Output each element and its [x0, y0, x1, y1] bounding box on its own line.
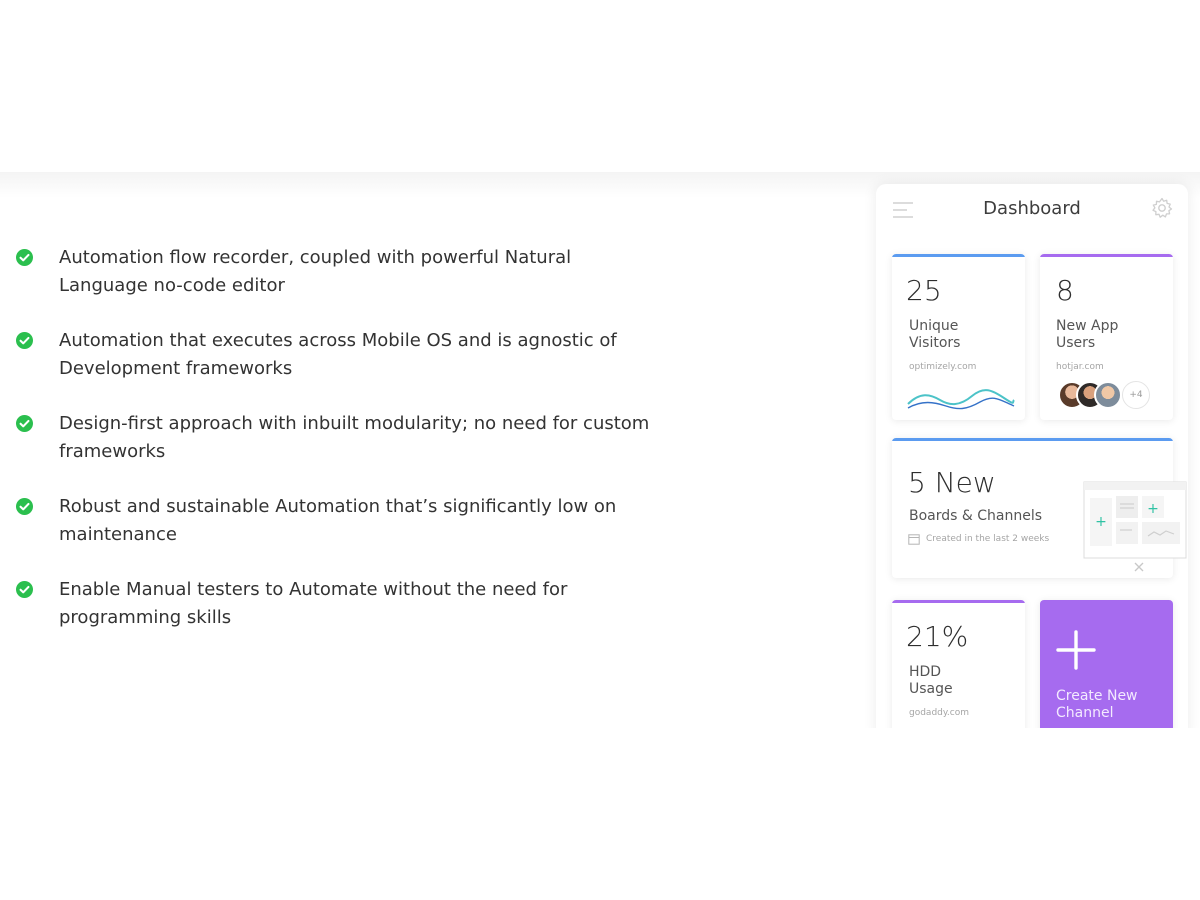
hdd-value: 21%: [906, 620, 969, 653]
more-users-badge[interactable]: +4: [1122, 381, 1150, 409]
feature-item: Automation that executes across Mobile O…: [14, 327, 654, 383]
feature-text: Automation that executes across Mobile O…: [59, 330, 617, 379]
visitors-label-line2: Visitors: [909, 335, 961, 351]
avatar: [1094, 381, 1122, 409]
hdd-usage-card[interactable]: 21% HDD Usage godaddy.com: [892, 600, 1025, 728]
plus-icon: [1056, 630, 1096, 670]
feature-item: Design-first approach with inbuilt modul…: [14, 410, 654, 466]
feature-text: Design-first approach with inbuilt modul…: [59, 413, 650, 462]
visitors-sparkline: [907, 389, 1015, 410]
app-users-label: New App Users: [1056, 318, 1118, 352]
feature-list: Automation flow recorder, coupled with p…: [14, 244, 654, 659]
new-app-users-card[interactable]: 8 New App Users hotjar.com +4: [1040, 254, 1173, 420]
card-accent-line: [892, 438, 1173, 441]
app-users-source: hotjar.com: [1056, 362, 1104, 372]
app-users-label-line1: New App: [1056, 318, 1119, 334]
feature-item: Robust and sustainable Automation that’s…: [14, 493, 654, 549]
visitors-source: optimizely.com: [909, 362, 977, 372]
svg-text:+: +: [1147, 501, 1159, 517]
calendar-icon: [908, 534, 920, 545]
create-channel-label: Create New Channel: [1056, 688, 1138, 722]
check-icon: [16, 332, 33, 349]
dashboard-title: Dashboard: [983, 198, 1081, 219]
boards-note: Created in the last 2 weeks: [926, 534, 1050, 544]
feature-text: Automation flow recorder, coupled with p…: [59, 247, 572, 296]
boards-value: 5 New: [908, 466, 996, 499]
hdd-label-line2: Usage: [909, 681, 953, 697]
visitors-label-line1: Unique: [909, 318, 959, 334]
feature-item: Enable Manual testers to Automate withou…: [14, 576, 654, 632]
create-label-line2: Channel: [1056, 705, 1114, 721]
check-icon: [16, 498, 33, 515]
boards-label: Boards & Channels: [909, 508, 1043, 524]
avatar-group: +4: [1058, 381, 1158, 411]
feature-section: Automation flow recorder, coupled with p…: [0, 172, 1200, 728]
app-users-label-line2: Users: [1056, 335, 1096, 351]
gear-icon[interactable]: [1150, 196, 1174, 220]
create-new-channel-button[interactable]: Create New Channel: [1040, 600, 1173, 728]
svg-text:+: +: [1095, 514, 1107, 530]
card-accent-line: [892, 254, 1025, 257]
check-icon: [16, 581, 33, 598]
visitors-value: 25: [906, 274, 942, 307]
board-illustration-icon: + +: [1083, 481, 1187, 559]
hdd-label: HDD Usage: [909, 664, 953, 698]
feature-text: Enable Manual testers to Automate withou…: [59, 579, 568, 628]
feature-text: Robust and sustainable Automation that’s…: [59, 496, 617, 545]
create-label-line1: Create New: [1056, 688, 1138, 704]
app-users-value: 8: [1056, 274, 1074, 307]
card-accent-line: [892, 600, 1025, 603]
dashboard-mockup: Dashboard 25 Unique Visitors optimizely.…: [876, 184, 1188, 728]
check-icon: [16, 249, 33, 266]
feature-item: Automation flow recorder, coupled with p…: [14, 244, 654, 300]
visitors-label: Unique Visitors: [909, 318, 960, 352]
hdd-label-line1: HDD: [909, 664, 942, 680]
hdd-source: godaddy.com: [909, 708, 969, 718]
check-icon: [16, 415, 33, 432]
card-accent-line: [1040, 254, 1173, 257]
close-icon: [1134, 562, 1144, 572]
unique-visitors-card[interactable]: 25 Unique Visitors optimizely.com: [892, 254, 1025, 420]
